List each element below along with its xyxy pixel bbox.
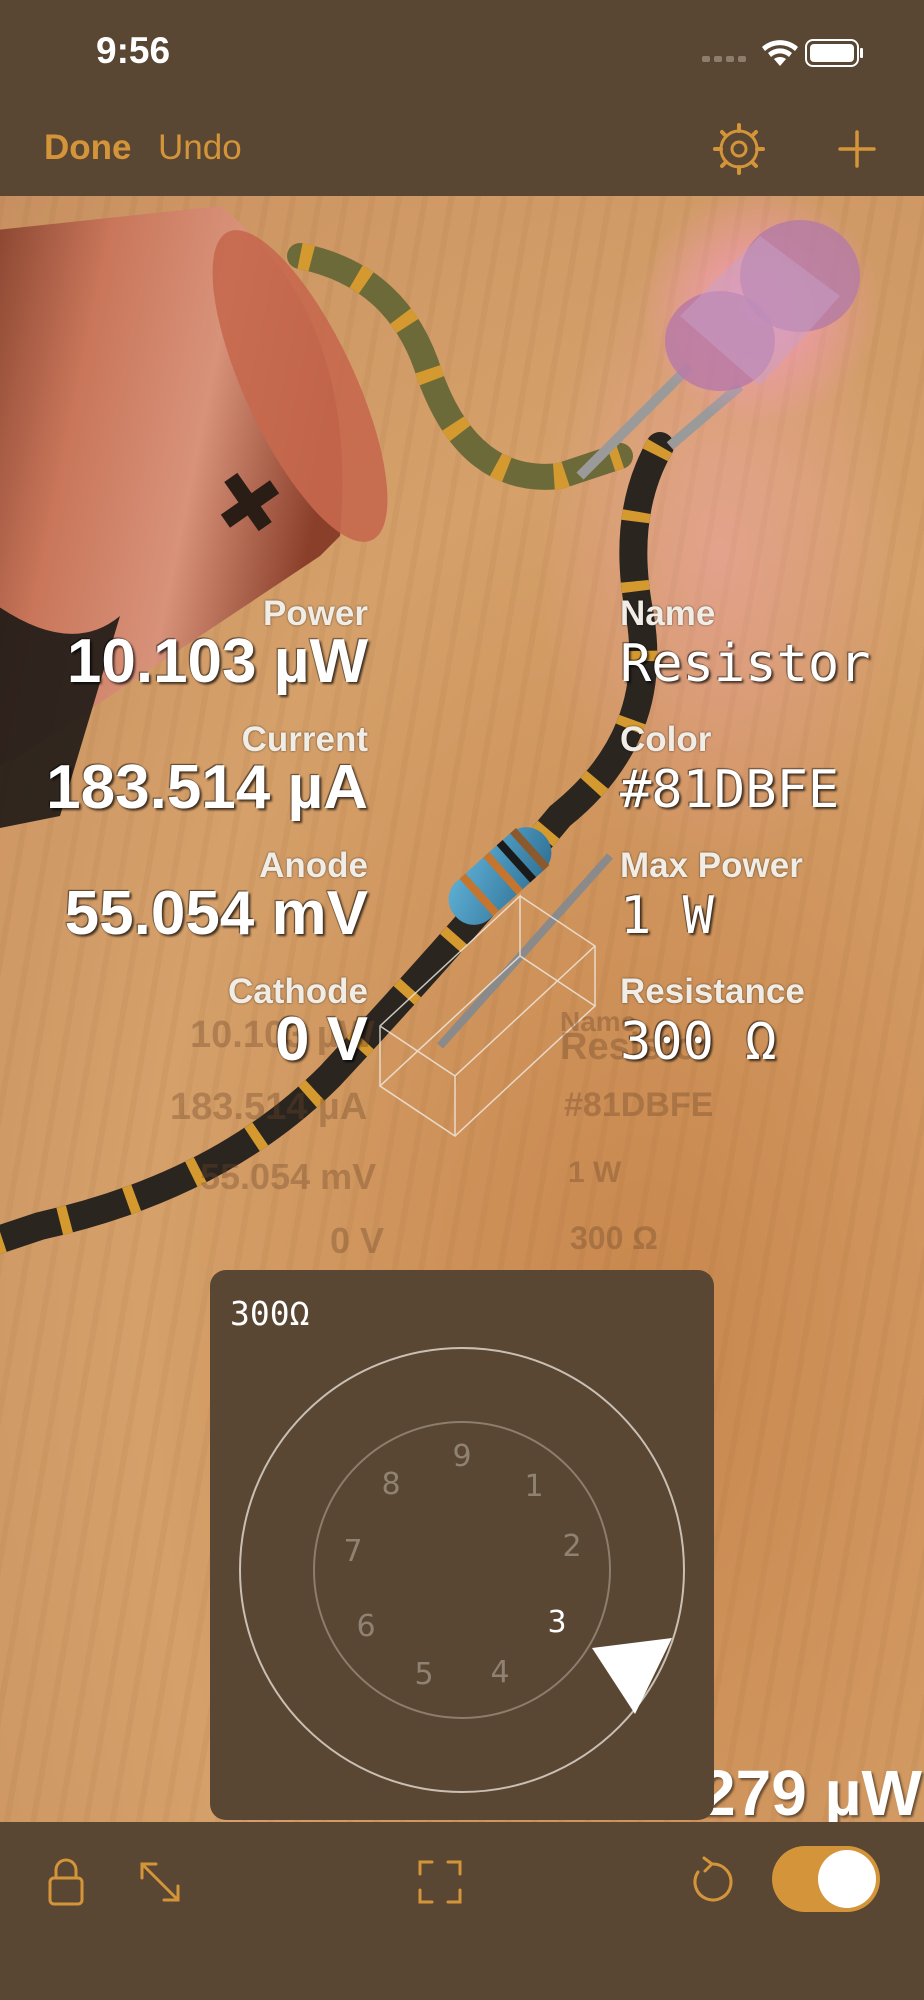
name-value: Resistor	[620, 634, 871, 694]
dial-digit[interactable]: 6	[356, 1609, 375, 1644]
expand-icon[interactable]	[130, 1852, 190, 1912]
dial-digit[interactable]: 2	[562, 1529, 581, 1564]
toggle-knob	[818, 1850, 876, 1908]
bottom-toolbar	[0, 1822, 924, 2000]
wifi-icon	[762, 40, 798, 66]
status-icons	[702, 39, 863, 67]
status-bar: 9:56	[0, 0, 924, 110]
reflection-text: 1 W	[568, 1156, 622, 1189]
resistance-dial-panel: 300Ω 9 1 2 3 4 5 6 7 8	[210, 1270, 714, 1820]
name-label: Name	[620, 594, 716, 633]
lock-icon[interactable]	[36, 1852, 96, 1912]
power-value: 10.103 µW	[66, 627, 368, 696]
signal-icon	[702, 56, 746, 62]
dial-digit[interactable]: 4	[490, 1655, 509, 1690]
rotate-icon[interactable]	[682, 1852, 742, 1912]
simulation-toggle[interactable]	[772, 1846, 880, 1912]
rotary-dial[interactable]: 9 1 2 3 4 5 6 7 8	[210, 1270, 714, 1820]
anode-value: 55.054 mV	[64, 879, 368, 948]
reflection-text: 0 V	[330, 1220, 385, 1261]
reflection-text: 55.054 mV	[200, 1156, 377, 1197]
battery-icon	[805, 39, 863, 67]
dial-digit-selected[interactable]: 3	[547, 1605, 566, 1640]
dial-digit[interactable]: 5	[414, 1657, 433, 1692]
max-power-value: 1 W	[620, 886, 714, 946]
dial-digit[interactable]: 9	[452, 1439, 471, 1474]
done-button[interactable]: Done	[44, 128, 132, 168]
resistance-label: Resistance	[620, 972, 805, 1011]
status-time: 9:56	[96, 30, 171, 71]
dial-digit[interactable]: 1	[524, 1469, 543, 1504]
dial-digit[interactable]: 7	[343, 1534, 362, 1569]
undo-button[interactable]: Undo	[158, 128, 242, 168]
reflection-text: 300 Ω	[570, 1220, 658, 1256]
resistor-component	[448, 827, 552, 925]
dial-digit[interactable]: 8	[381, 1467, 400, 1502]
total-power-readout: 279 µW	[700, 1757, 922, 1829]
plus-icon[interactable]	[830, 122, 884, 176]
color-label: Color	[620, 720, 712, 759]
current-value: 183.514 µA	[46, 753, 368, 822]
resistance-value: 300 Ω	[620, 1012, 777, 1072]
max-power-label: Max Power	[620, 846, 803, 885]
focus-frame-icon[interactable]	[410, 1852, 470, 1912]
cathode-value: 0 V	[274, 1005, 368, 1074]
gear-icon[interactable]	[712, 122, 766, 176]
dial-pointer-icon	[592, 1638, 672, 1714]
nav-bar: Done Undo	[0, 110, 924, 196]
reflection-text: #81DBFE	[564, 1086, 714, 1124]
color-value: #81DBFE	[620, 760, 840, 820]
reflection-text: 183.514 µA	[170, 1086, 368, 1128]
